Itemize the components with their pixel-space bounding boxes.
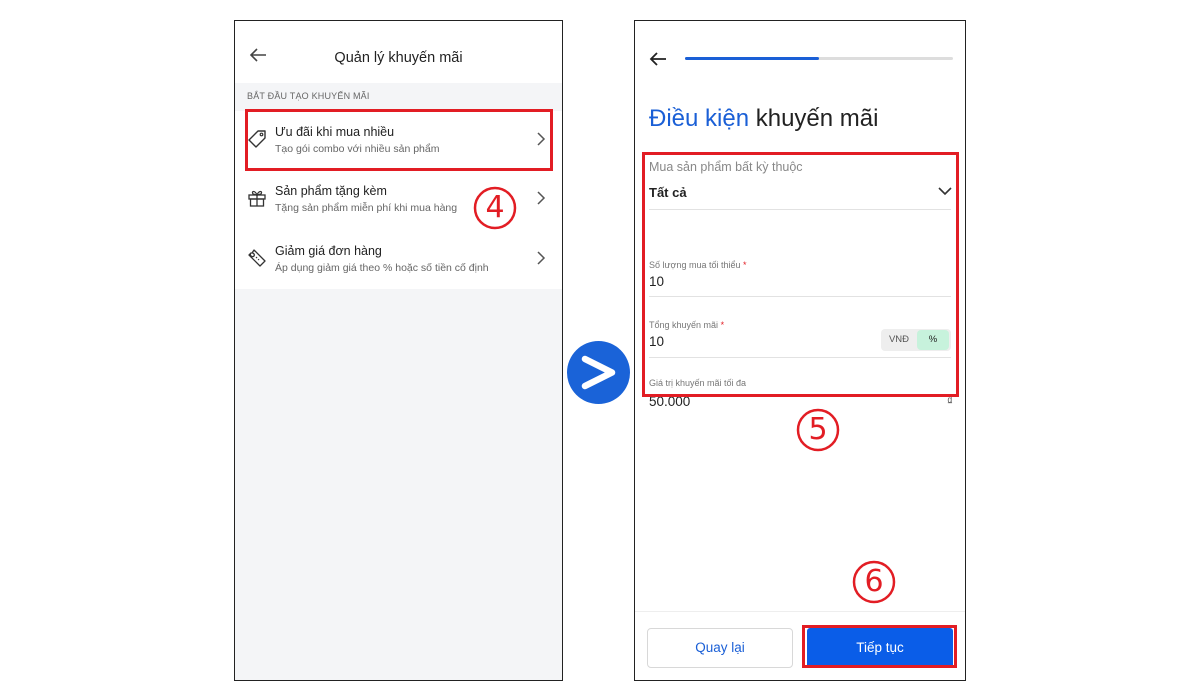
unit-vnd-option[interactable]: VNĐ	[881, 329, 917, 351]
continue-button[interactable]: Tiếp tục	[807, 628, 953, 668]
section-label: BẮT ĐẦU TẠO KHUYẾN MÃI	[247, 91, 370, 101]
currency-symbol: ₫	[946, 394, 953, 408]
chevron-right-icon	[537, 191, 546, 205]
page-title: Quản lý khuyến mãi	[334, 50, 463, 66]
list-item-order-discount[interactable]: Giảm giá đơn hàng Áp dụng giảm giá theo …	[235, 230, 562, 289]
step-marker-6: 6	[851, 559, 897, 605]
chevron-right-icon	[537, 132, 546, 146]
content-area: BẮT ĐẦU TẠO KHUYẾN MÃI Ưu đãi khi mua nh…	[235, 83, 562, 680]
divider	[649, 296, 951, 297]
chevron-down-icon[interactable]	[937, 186, 953, 196]
unit-percent-option[interactable]: %	[917, 330, 949, 350]
next-step-arrow	[567, 341, 630, 404]
divider	[649, 357, 951, 358]
promotion-management-screen: Quản lý khuyến mãi BẮT ĐẦU TẠO KHUYẾN MÃ…	[234, 20, 563, 681]
total-discount-input[interactable]: 10	[649, 334, 664, 349]
max-value-label: Giá trị khuyến mãi tối đa	[649, 378, 747, 388]
progress-fill	[685, 57, 819, 60]
total-discount-label: Tổng khuyến mãi *	[649, 320, 725, 330]
footer-actions: Quay lại Tiếp tục	[635, 611, 965, 680]
back-button[interactable]: Quay lại	[647, 628, 793, 668]
chevron-right-icon	[537, 251, 546, 265]
unit-toggle[interactable]: VNĐ %	[881, 329, 951, 351]
highlight-box	[642, 152, 959, 397]
item-title: Giảm giá đơn hàng	[275, 244, 382, 258]
header: Quản lý khuyến mãi	[235, 21, 562, 83]
chevron-right-icon	[581, 355, 616, 390]
step-marker-5: 5	[795, 407, 841, 453]
min-qty-input[interactable]: 10	[649, 274, 664, 289]
max-value-input[interactable]: 50.000	[649, 394, 690, 409]
gift-icon	[248, 190, 266, 207]
tag-icon	[248, 130, 266, 148]
page-title: Điều kiện khuyến mãi	[649, 105, 879, 132]
list-item-bulk-discount[interactable]: Ưu đãi khi mua nhiều Tạo gói combo với n…	[235, 111, 562, 170]
ticket-icon	[248, 249, 266, 267]
step-marker-4: 4	[472, 185, 518, 230]
item-title: Sản phẩm tặng kèm	[275, 184, 387, 198]
category-select[interactable]: Tất cả	[649, 185, 687, 200]
progress-bar	[685, 57, 953, 60]
item-subtitle: Áp dụng giảm giá theo % hoặc số tiền cố …	[275, 262, 489, 274]
category-label: Mua sản phẩm bất kỳ thuộc	[649, 160, 803, 174]
item-subtitle: Tạo gói combo với nhiều sản phẩm	[275, 143, 440, 155]
min-qty-label: Số lượng mua tối thiểu *	[649, 260, 747, 270]
back-arrow-icon[interactable]	[649, 51, 667, 67]
item-subtitle: Tặng sản phẩm miễn phí khi mua hàng	[275, 202, 458, 214]
item-title: Ưu đãi khi mua nhiều	[275, 125, 395, 139]
promotion-conditions-screen: Điều kiện khuyến mãi Mua sản phẩm bất kỳ…	[634, 20, 966, 681]
divider	[649, 209, 951, 210]
